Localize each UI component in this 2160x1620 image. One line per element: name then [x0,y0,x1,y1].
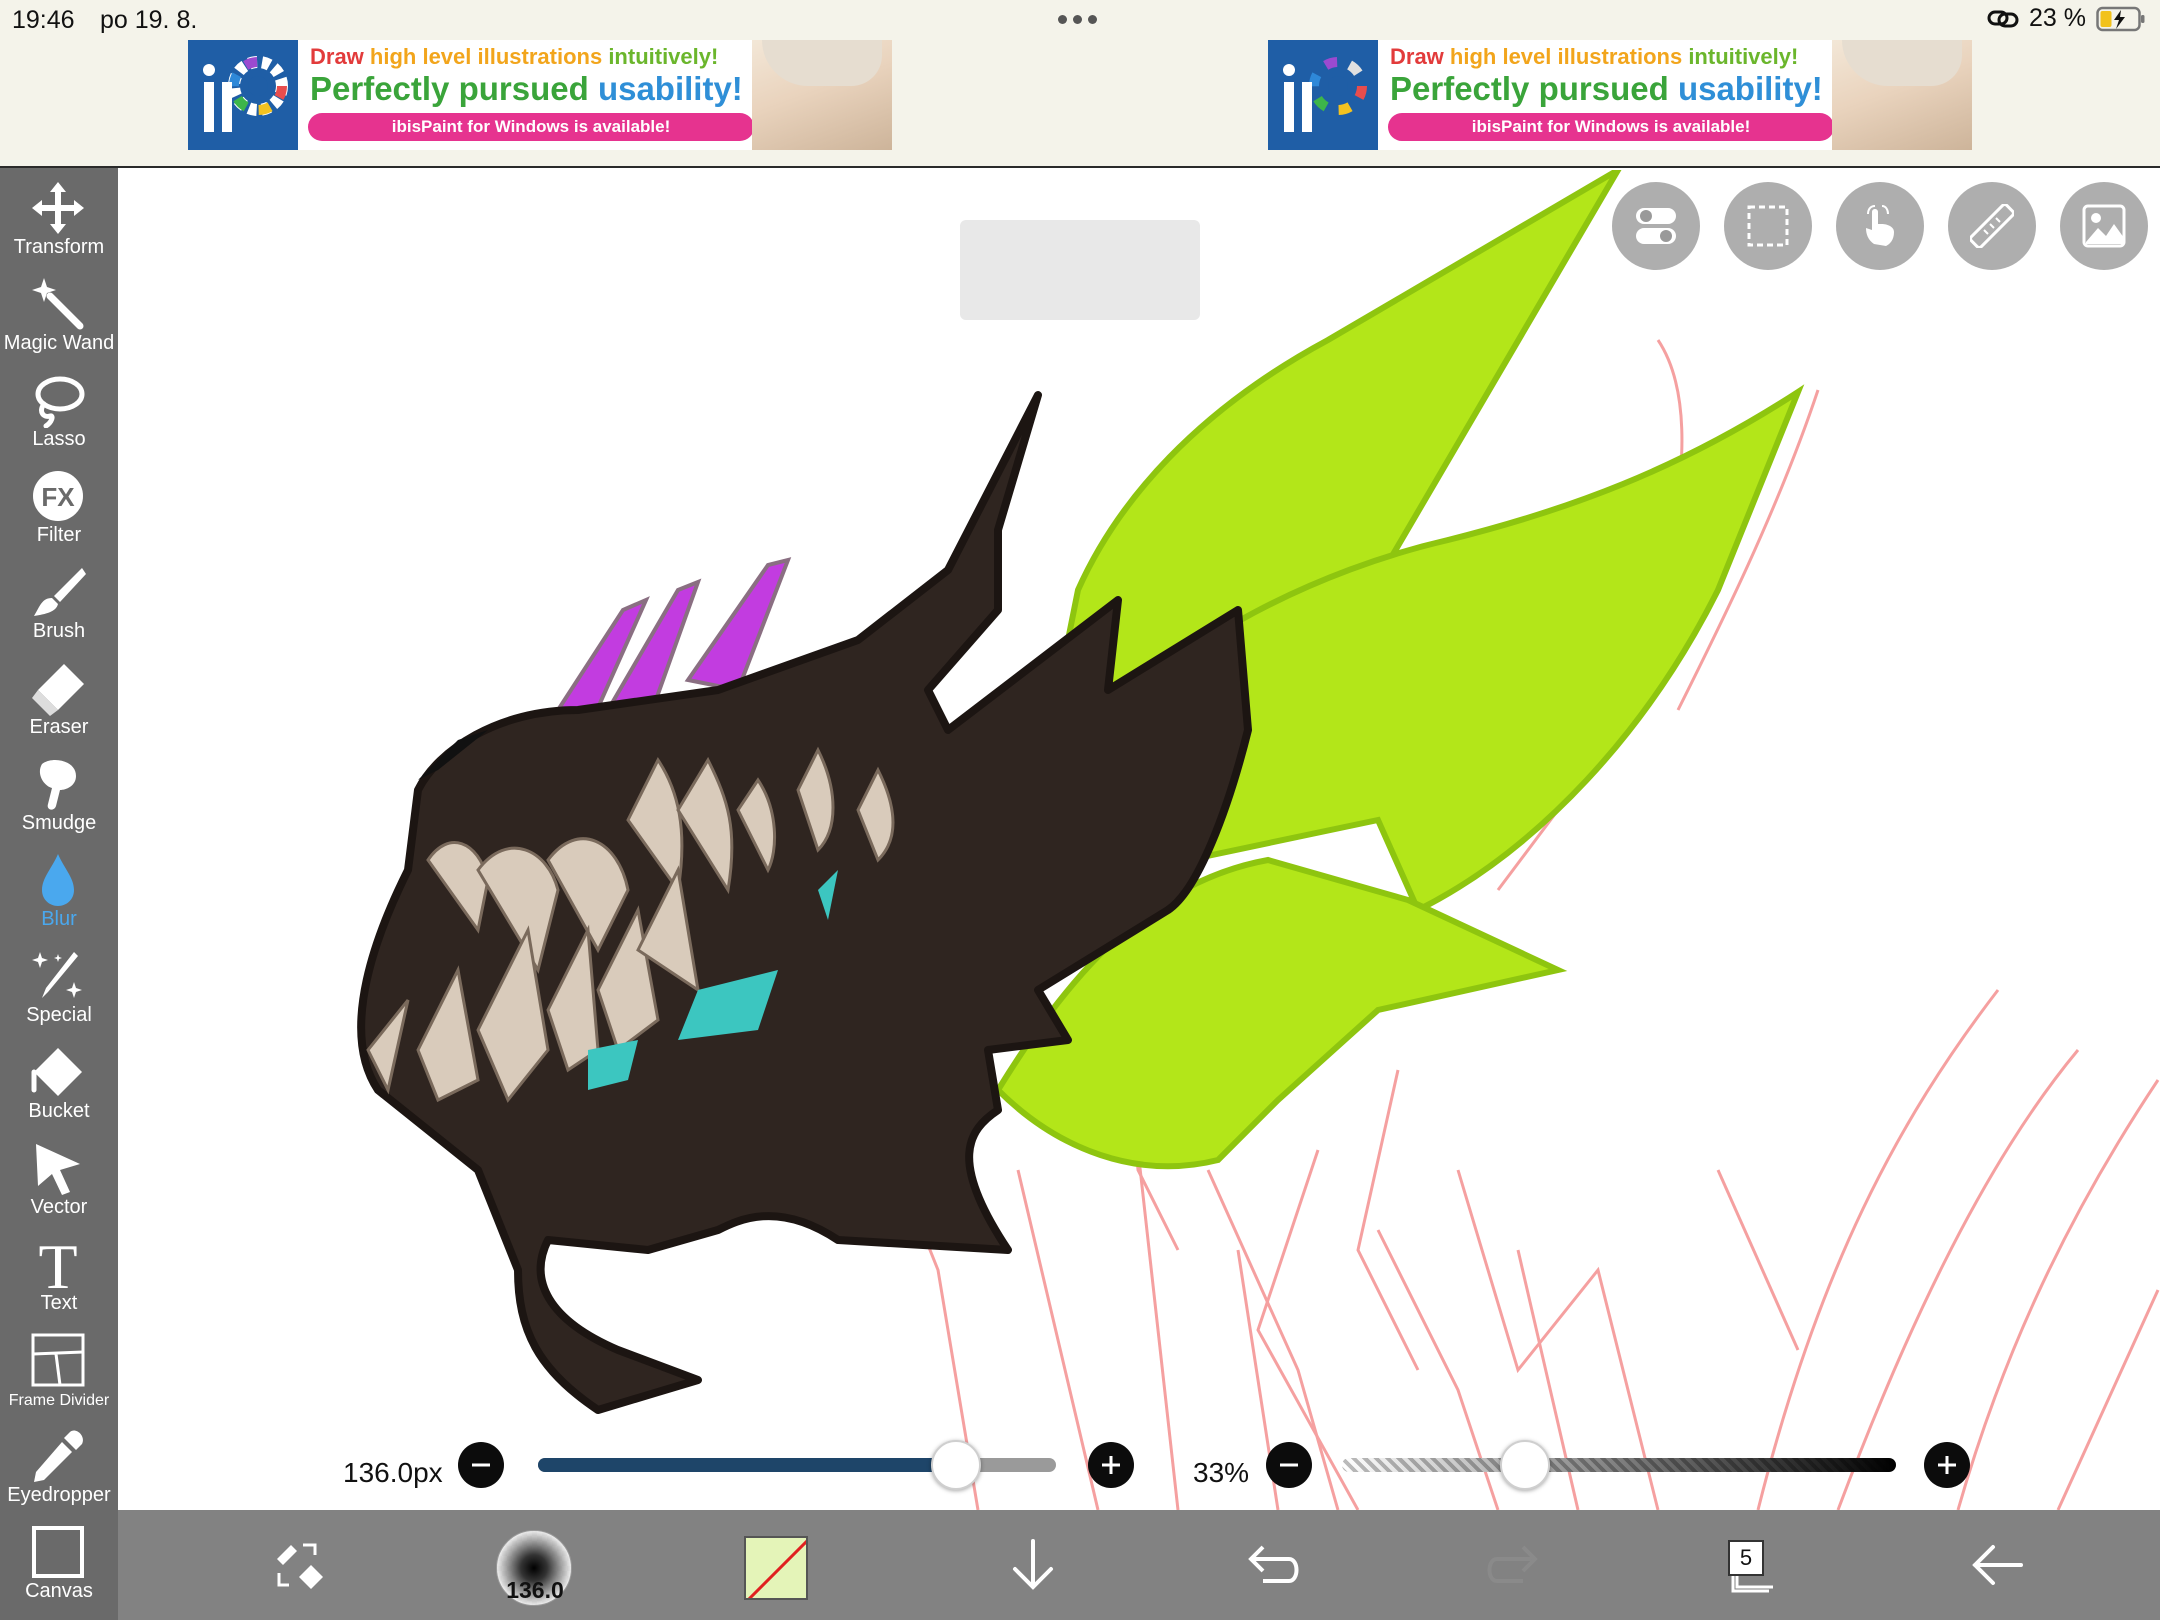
ad-banner-left[interactable]: Draw high level illustrations intuitivel… [188,40,892,150]
ad-banner-right[interactable]: Draw high level illustrations intuitivel… [1268,40,1972,150]
arrow-left-icon [1972,1545,2023,1585]
tool-bucket[interactable]: Bucket [0,1034,118,1130]
color-swatch-button[interactable] [744,1536,808,1600]
blur-drop-icon [42,854,74,906]
eyedropper-icon [34,1430,83,1482]
brush-preview-button[interactable]: 136.0 [496,1530,572,1606]
tool-text[interactable]: T Text [0,1226,118,1322]
quick-settings-button[interactable] [1612,182,1700,270]
ruler-icon [1970,204,2014,248]
undo-button[interactable] [1218,1510,1328,1620]
brush-opacity-slider[interactable] [1342,1458,1896,1472]
tool-eraser[interactable]: Eraser [0,650,118,746]
tool-blur[interactable]: Blur [0,842,118,938]
size-minus-button[interactable] [458,1442,504,1488]
text-icon: T [38,1236,77,1292]
opacity-plus-button[interactable] [1924,1442,1970,1488]
ad-pill: ibisPaint for Windows is available! [308,113,754,141]
opacity-minus-button[interactable] [1266,1442,1312,1488]
arrow-down-icon [1013,1539,1053,1590]
canvas-hint-box [960,220,1200,320]
brush-size-knob[interactable] [931,1440,982,1490]
status-date: po 19. 8. [100,6,198,34]
undo-icon [1248,1545,1299,1583]
svg-text:T: T [38,1236,77,1292]
ad-pill: ibisPaint for Windows is available! [1388,113,1834,141]
merge-down-button[interactable] [978,1510,1088,1620]
toggle-switches-icon [1636,208,1676,244]
brush-eraser-swap-icon [277,1543,323,1589]
bottom-toolbar: 136.0 5 [118,1510,2160,1620]
brush-opacity-label: 33% [1193,1457,1249,1488]
ad-character-image [752,40,892,150]
brush-size-label: 136.0px [343,1457,443,1488]
tool-filter[interactable]: FX Filter [0,458,118,554]
drawing-canvas[interactable]: 136.0px 33% [118,170,2160,1510]
redo-button[interactable] [1458,1510,1568,1620]
tool-magic-wand[interactable]: Magic Wand [0,266,118,362]
tool-canvas[interactable]: Canvas [0,1514,118,1610]
battery-percent: 23 % [2029,4,2086,32]
swap-tool-button[interactable] [242,1510,352,1620]
status-right: 23 % [1987,4,2146,33]
vector-cursor-icon [36,1144,80,1195]
reference-image-button[interactable] [2060,182,2148,270]
ibispaint-logo-icon [188,40,298,150]
multitasking-dots[interactable] [1058,15,1097,24]
image-icon [2082,204,2126,248]
minus-icon [472,1463,490,1467]
svg-text:FX: FX [41,482,75,512]
fx-icon: FX [33,471,83,521]
tool-eyedropper[interactable]: Eyedropper [0,1418,118,1514]
ad-text: Draw high level illustrations intuitivel… [298,40,754,150]
tool-sidebar: Transform Magic Wand Lasso FX Filter Bru… [0,168,118,1620]
layers-button[interactable]: 5 [1698,1510,1808,1620]
tool-brush[interactable]: Brush [0,554,118,650]
plus-icon [1102,1456,1120,1474]
lasso-icon [35,376,85,428]
transparent-slash-icon [747,1539,806,1598]
move-arrows-icon [32,182,84,234]
smudge-icon [39,760,76,810]
eraser-icon [32,664,84,716]
tool-smudge[interactable]: Smudge [0,746,118,842]
tool-special[interactable]: Special [0,938,118,1034]
ad-text: Draw high level illustrations intuitivel… [1378,40,1834,150]
tool-transform[interactable]: Transform [0,170,118,266]
redo-icon [1487,1545,1538,1583]
magic-wand-icon [32,278,84,330]
tool-frame-divider[interactable]: Frame Divider [0,1322,118,1418]
bucket-icon [31,1048,82,1096]
special-sparkle-icon [32,952,82,998]
ruler-button[interactable] [1948,182,2036,270]
dashed-selection-icon [1747,205,1789,247]
brush-opacity-knob[interactable] [1499,1440,1550,1490]
dragon-artwork: 136.0px 33% [343,170,2160,1510]
touch-gesture-button[interactable] [1836,182,1924,270]
canvas-icon [32,1526,84,1578]
hand-tap-icon [1866,205,1894,246]
battery-charging-icon [2096,6,2145,31]
brush-size-fill [538,1458,957,1472]
ibispaint-logo-icon [1268,40,1378,150]
brush-icon [34,568,86,616]
link-icon [1987,10,2019,27]
ad-character-image [1832,40,1972,150]
frame-divider-icon [31,1333,85,1387]
status-and-ad-bar: 19:46 po 19. 8. 23 % Draw high level ill… [0,0,2160,168]
status-time: 19:46 [12,6,75,34]
selection-button[interactable] [1724,182,1812,270]
tool-vector[interactable]: Vector [0,1130,118,1226]
plus-icon [1938,1456,1956,1474]
minus-icon [1280,1463,1298,1467]
back-button[interactable] [1942,1510,2052,1620]
size-plus-button[interactable] [1088,1442,1134,1488]
tool-lasso[interactable]: Lasso [0,362,118,458]
layer-count: 5 [1728,1540,1764,1576]
